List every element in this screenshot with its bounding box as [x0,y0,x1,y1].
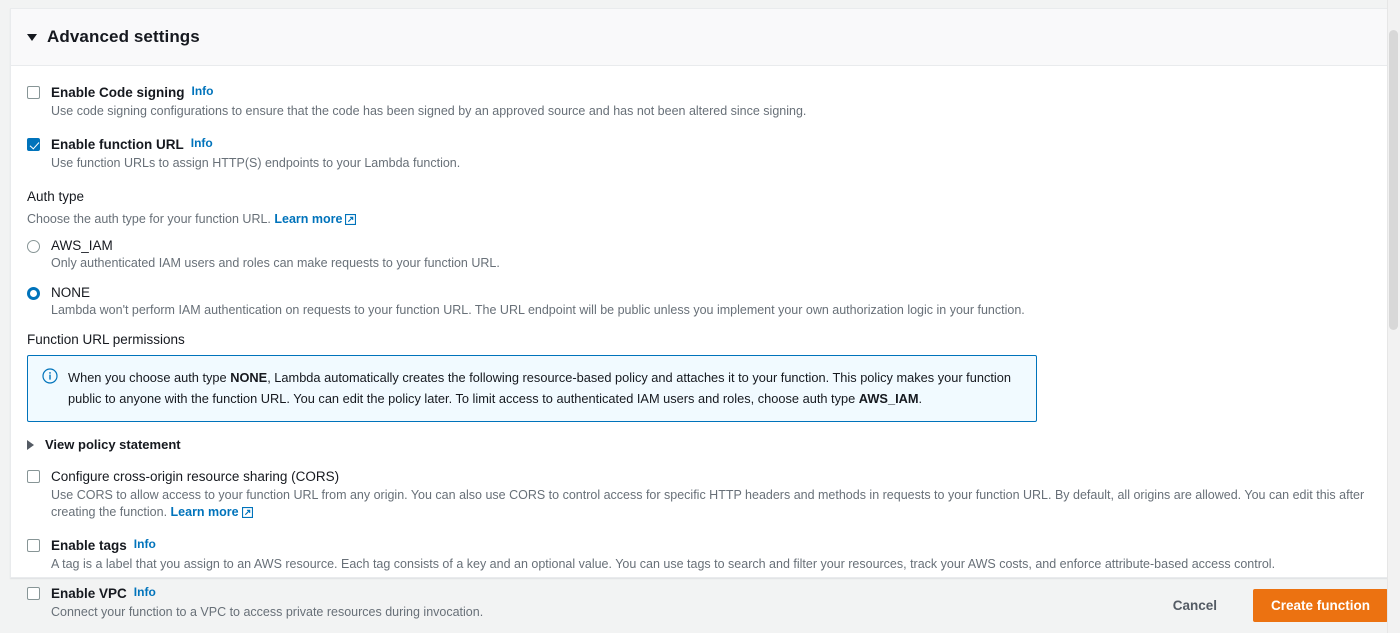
advanced-settings-page: Advanced settings Enable Code signing In… [0,0,1400,633]
enable-code-signing-description: Use code signing configurations to ensur… [51,104,807,118]
external-link-icon [241,507,253,518]
function-url-permissions-label: Function URL permissions [27,332,185,347]
advanced-settings-header[interactable]: Advanced settings [11,9,1394,66]
enable-tags-row[interactable]: Enable tags Info [27,537,1378,554]
auth-type-radio-aws-iam[interactable] [27,240,40,253]
auth-type-option-aws-iam[interactable]: AWS_IAM [27,237,1378,254]
configure-cors-label: Configure cross-origin resource sharing … [51,469,340,484]
auth-type-none-description: Lambda won't perform IAM authentication … [51,303,1025,317]
code-signing-info-link[interactable]: Info [192,84,214,98]
function-url-permissions-alert-text: When you choose auth type NONE, Lambda a… [68,367,1022,409]
page-scrollbar-thumb[interactable] [1389,30,1398,330]
auth-type-label: Auth type [27,189,85,204]
external-link-icon [345,214,357,225]
enable-function-url-label: Enable function URL [51,137,184,152]
alert-bold-none: NONE [230,370,268,385]
auth-type-learn-more-label: Learn more [274,212,343,226]
view-policy-statement-expander[interactable]: View policy statement [27,437,1378,452]
cors-learn-more-link[interactable]: Learn more [171,505,253,519]
enable-tags-label: Enable tags [51,538,127,553]
auth-type-aws-iam-label: AWS_IAM [51,238,113,253]
caret-right-icon [27,439,34,450]
form-footer: Cancel Create function [0,578,1400,633]
alert-bold-aws-iam: AWS_IAM [858,391,919,406]
enable-code-signing-row[interactable]: Enable Code signing Info [27,84,1378,101]
cors-learn-more-label: Learn more [170,505,239,519]
page-scrollbar[interactable] [1387,0,1400,633]
enable-function-url-row[interactable]: Enable function URL Info [27,136,1378,153]
auth-type-description-text: Choose the auth type for your function U… [27,212,271,226]
configure-cors-row[interactable]: Configure cross-origin resource sharing … [27,468,1378,485]
alert-text-part3: . [918,391,923,406]
view-policy-statement-label: View policy statement [45,437,181,452]
function-url-info-link[interactable]: Info [191,136,213,150]
configure-cors-description: Use CORS to allow access to your functio… [51,487,1378,521]
enable-function-url-description: Use function URLs to assign HTTP(S) endp… [51,156,461,170]
function-url-permissions-alert: When you choose auth type NONE, Lambda a… [27,355,1037,422]
caret-down-icon[interactable] [27,33,37,41]
enable-tags-description: A tag is a label that you assign to an A… [51,557,1276,571]
page-title: Advanced settings [47,27,200,46]
auth-type-none-label: NONE [51,285,91,300]
info-circle-icon [42,368,58,384]
advanced-settings-body: Enable Code signing Info Use code signin… [11,66,1394,631]
auth-type-description: Choose the auth type for your function U… [27,211,1378,228]
cancel-button[interactable]: Cancel [1155,590,1235,621]
configure-cors-checkbox[interactable] [27,470,40,483]
enable-tags-checkbox[interactable] [27,539,40,552]
auth-type-radio-none[interactable] [27,287,40,300]
advanced-settings-panel: Advanced settings Enable Code signing In… [10,8,1395,619]
create-function-button[interactable]: Create function [1252,589,1388,622]
alert-text-part1: When you choose auth type [68,370,231,385]
enable-code-signing-checkbox[interactable] [27,86,40,99]
tags-info-link[interactable]: Info [134,537,156,551]
enable-function-url-checkbox[interactable] [27,138,40,151]
auth-type-aws-iam-description: Only authenticated IAM users and roles c… [51,256,500,270]
enable-code-signing-label: Enable Code signing [51,85,185,100]
auth-type-learn-more-link[interactable]: Learn more [274,212,357,226]
auth-type-option-none[interactable]: NONE [27,284,1378,301]
